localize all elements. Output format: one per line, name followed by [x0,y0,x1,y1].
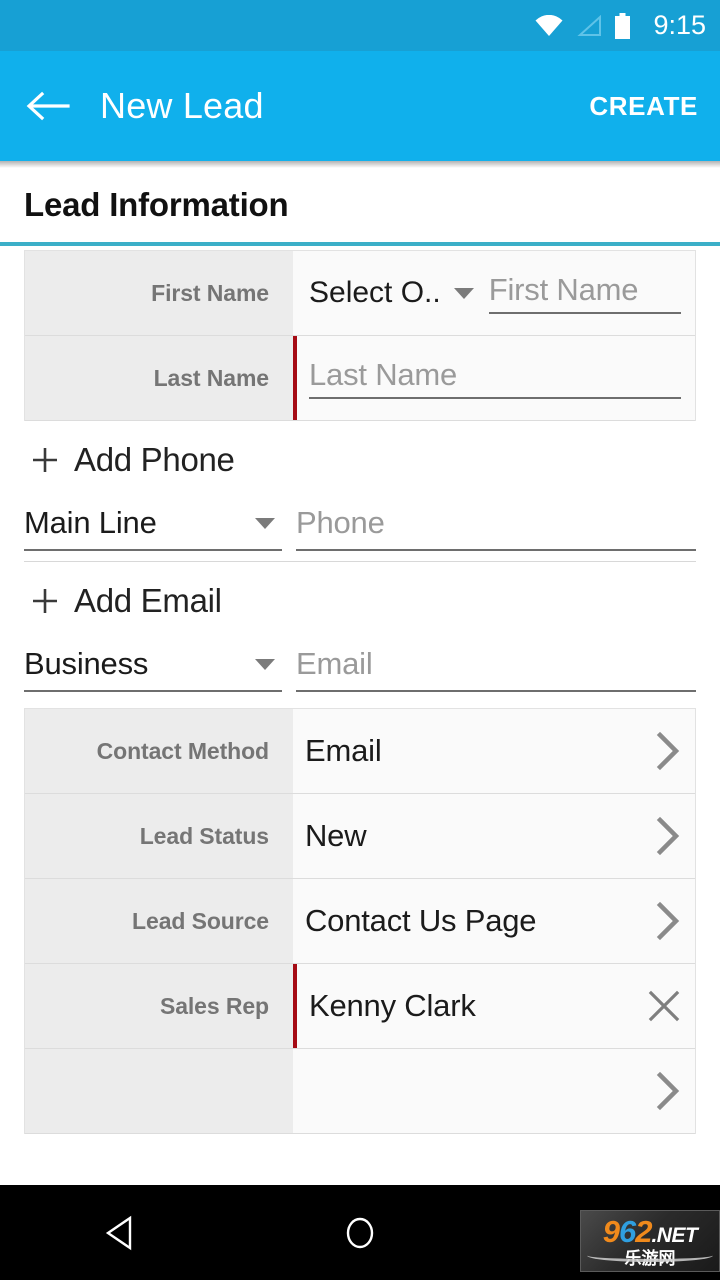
email-placeholder: Email [296,646,373,681]
contact-method-label: Contact Method [25,709,293,793]
wifi-icon [535,14,563,36]
section-header: Lead Information [0,168,720,246]
phone-type-select[interactable]: Main Line [24,505,282,551]
status-bar-icons: 9:15 [534,12,706,39]
email-entry-row[interactable]: Business Email [24,640,696,702]
plus-icon [33,589,57,613]
table-row[interactable]: Sales Rep Kenny Clark [25,964,695,1049]
section-title: Lead Information [24,186,289,223]
battery-icon [615,12,631,39]
next-field-label [25,1049,293,1133]
chevron-down-icon [453,288,474,299]
signal-icon [577,14,602,36]
table-row[interactable]: Contact Method Email [25,709,695,794]
arrow-left-icon [26,91,70,121]
detail-field-group: Contact Method Email Lead Status New Lea… [24,708,696,1134]
site-watermark: 962.NET 乐游网 [580,1210,720,1272]
chevron-down-icon [255,518,275,529]
lead-status-value-cell[interactable]: New [293,794,695,878]
phone-type-value: Main Line [24,505,157,540]
back-button[interactable] [0,51,96,161]
first-name-placeholder: First Name [488,272,639,307]
phone-entry-row[interactable]: Main Line Phone [24,499,696,561]
table-row[interactable]: Lead Status New [25,794,695,879]
last-name-placeholder: Last Name [309,357,458,392]
name-field-group: First Name Select O.. First Name Last Na… [24,250,696,421]
lead-source-value: Contact Us Page [305,903,537,938]
table-row[interactable] [25,1049,695,1134]
phone-input[interactable]: Phone [296,505,696,551]
salutation-select-value: Select O.. [309,276,441,309]
chevron-right-icon [656,816,680,856]
android-nav-bar: 962.NET 乐游网 [0,1185,720,1280]
last-name-value-cell[interactable]: Last Name [293,336,695,420]
sales-rep-value-cell[interactable]: Kenny Clark [293,964,695,1048]
sales-rep-label: Sales Rep [25,964,293,1048]
first-name-label: First Name [25,251,293,335]
nav-back-triangle-icon [105,1215,132,1250]
status-bar-time: 9:15 [653,10,706,40]
app-bar: New Lead CREATE [0,51,720,168]
watermark-subtitle: 乐游网 [624,1248,676,1268]
form-scroll-area[interactable]: First Name Select O.. First Name Last Na… [0,250,720,1185]
email-input[interactable]: Email [296,646,696,692]
chevron-right-icon [656,1071,680,1111]
add-email-button[interactable]: Add Email [24,562,696,640]
nav-home-circle-icon [346,1217,374,1248]
watermark-digit-6: 6 [618,1213,636,1249]
table-row[interactable]: First Name Select O.. First Name [25,251,695,336]
nav-home-button[interactable] [300,1185,420,1280]
email-type-select[interactable]: Business [24,646,282,692]
first-name-value-cell[interactable]: Select O.. First Name [293,251,695,335]
status-bar: 9:15 [0,0,720,51]
add-email-label: Add Email [74,582,222,619]
email-type-value: Business [24,646,149,681]
last-name-label: Last Name [25,336,293,420]
lead-status-label: Lead Status [25,794,293,878]
chevron-down-icon [255,659,275,670]
lead-source-label: Lead Source [25,879,293,963]
phone-placeholder: Phone [296,505,385,540]
table-row[interactable]: Lead Source Contact Us Page [25,879,695,964]
table-row[interactable]: Last Name Last Name [25,336,695,421]
add-phone-label: Add Phone [74,441,235,478]
clear-x-icon[interactable] [647,989,681,1023]
last-name-input[interactable]: Last Name [309,357,681,399]
lead-status-value: New [305,818,367,853]
salutation-select[interactable]: Select O.. [309,276,475,310]
first-name-input[interactable]: First Name [488,272,681,314]
page-title: New Lead [100,85,264,126]
watermark-digit-9: 9 [602,1213,620,1249]
phone-screen: 9:15 New Lead CREATE Lead Information Fi… [0,0,720,1280]
plus-icon [33,448,57,472]
chevron-right-icon [656,901,680,941]
watermark-suffix: .NET [651,1223,698,1247]
chevron-right-icon [656,731,680,771]
next-field-value-cell[interactable] [293,1049,695,1133]
create-button[interactable]: CREATE [589,91,698,122]
contact-method-value-cell[interactable]: Email [293,709,695,793]
watermark-digit-2: 2 [635,1213,652,1249]
watermark-wordmark: 962.NET [603,1216,698,1247]
add-phone-button[interactable]: Add Phone [24,421,696,499]
sales-rep-value: Kenny Clark [309,988,476,1023]
nav-back-button[interactable] [60,1185,180,1280]
lead-source-value-cell[interactable]: Contact Us Page [293,879,695,963]
contact-method-value: Email [305,733,382,768]
